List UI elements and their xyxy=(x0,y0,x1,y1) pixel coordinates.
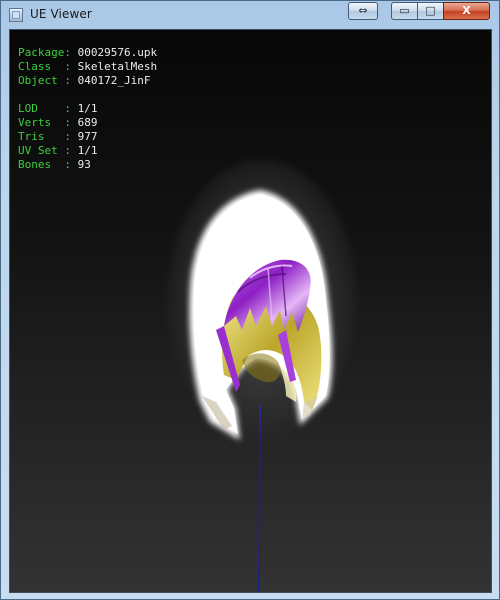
minimize-button[interactable]: ▭ xyxy=(391,2,418,20)
info-row-package: Package: 00029576.upk xyxy=(18,46,158,59)
app-window: UE Viewer ⇔ ▭ □ X Package: 00029576.upk … xyxy=(0,0,500,600)
app-icon xyxy=(9,8,23,22)
info-row-verts: Verts : 689 xyxy=(18,116,98,129)
maximize-button[interactable]: □ xyxy=(417,2,444,20)
info-row-object: Object : 040172_JinF xyxy=(18,74,151,87)
window-title: UE Viewer xyxy=(30,7,92,21)
info-row-bones: Bones : 93 xyxy=(18,158,91,171)
mesh-viewport[interactable]: Package: 00029576.upk Class : SkeletalMe… xyxy=(9,29,492,593)
title-bar[interactable]: UE Viewer ⇔ ▭ □ X xyxy=(1,1,499,29)
info-row-tris: Tris : 977 xyxy=(18,130,98,143)
info-row-class: Class : SkeletalMesh xyxy=(18,60,158,73)
info-row-uvset: UV Set : 1/1 xyxy=(18,144,98,157)
close-button[interactable]: X xyxy=(443,2,490,20)
mesh-info-panel: Package: 00029576.upk Class : SkeletalMe… xyxy=(18,46,157,172)
resize-button[interactable]: ⇔ xyxy=(348,2,378,20)
info-row-lod: LOD : 1/1 xyxy=(18,102,98,115)
